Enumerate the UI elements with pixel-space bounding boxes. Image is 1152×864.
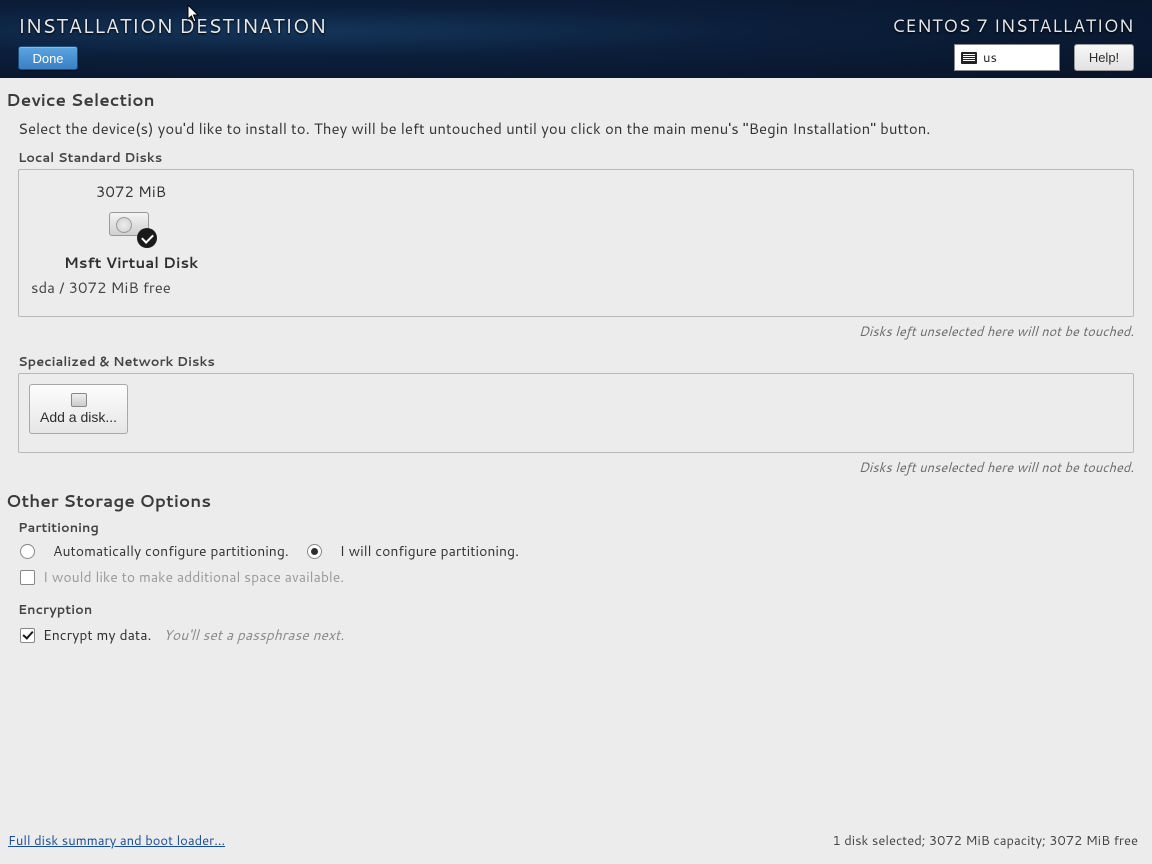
local-disks-container: 3072 MiB Msft Virtual Disk sda / 3072 Mi… bbox=[18, 169, 1134, 317]
local-disks-label: Local Standard Disks bbox=[18, 149, 1146, 167]
header-bar: INSTALLATION DESTINATION Done CENTOS 7 I… bbox=[0, 0, 1152, 78]
disk-item[interactable]: 3072 MiB Msft Virtual Disk sda / 3072 Mi… bbox=[31, 181, 231, 298]
network-disks-label: Specialized & Network Disks bbox=[18, 353, 1146, 371]
installer-title: CENTOS 7 INSTALLATION bbox=[892, 12, 1134, 38]
additional-space-checkbox bbox=[20, 570, 35, 585]
partitioning-auto-label: Automatically configure partitioning. bbox=[53, 541, 289, 561]
network-disks-hint: Disks left unselected here will not be t… bbox=[6, 459, 1134, 477]
local-disks-hint: Disks left unselected here will not be t… bbox=[6, 323, 1134, 341]
partitioning-auto-radio[interactable] bbox=[20, 544, 35, 559]
add-disk-label: Add a disk... bbox=[40, 409, 117, 425]
specialized-disk-icon bbox=[71, 393, 87, 407]
disk-details: sda / 3072 MiB free bbox=[31, 277, 171, 298]
disk-name: Msft Virtual Disk bbox=[64, 252, 198, 273]
keyboard-layout-label: us bbox=[983, 49, 997, 67]
selected-check-icon bbox=[137, 228, 157, 248]
network-disks-container: Add a disk... bbox=[18, 373, 1134, 453]
device-selection-description: Select the device(s) you'd like to insta… bbox=[18, 118, 1146, 139]
encrypt-label: Encrypt my data. bbox=[43, 625, 151, 645]
footer-status: 1 disk selected; 3072 MiB capacity; 3072… bbox=[832, 832, 1138, 850]
device-selection-heading: Device Selection bbox=[6, 88, 1146, 112]
encryption-label: Encryption bbox=[18, 601, 1146, 619]
disk-summary-link[interactable]: Full disk summary and boot loader... bbox=[8, 832, 225, 850]
page-title: INSTALLATION DESTINATION bbox=[18, 12, 326, 40]
keyboard-icon bbox=[961, 52, 977, 64]
add-disk-button[interactable]: Add a disk... bbox=[29, 384, 128, 434]
encrypt-checkbox[interactable] bbox=[20, 628, 35, 643]
keyboard-layout-selector[interactable]: us bbox=[954, 44, 1060, 71]
partitioning-label: Partitioning bbox=[18, 519, 1146, 537]
partitioning-manual-label: I will configure partitioning. bbox=[340, 541, 519, 561]
partitioning-manual-radio[interactable] bbox=[307, 544, 322, 559]
disk-capacity: 3072 MiB bbox=[96, 181, 166, 202]
additional-space-label: I would like to make additional space av… bbox=[43, 567, 344, 587]
help-button[interactable]: Help! bbox=[1074, 44, 1134, 71]
done-button[interactable]: Done bbox=[18, 46, 78, 70]
storage-options-heading: Other Storage Options bbox=[6, 489, 1146, 513]
passphrase-hint: You'll set a passphrase next. bbox=[163, 625, 344, 645]
